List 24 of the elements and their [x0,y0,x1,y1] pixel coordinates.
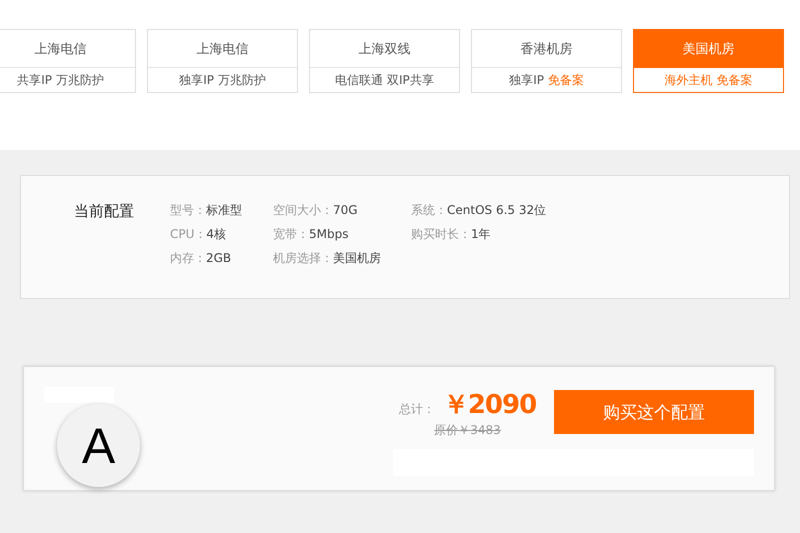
total-label: 总计： [398,401,435,418]
location-tab[interactable]: 上海电信 独享IP 万兆防护 [147,29,298,93]
location-tab[interactable]: 香港机房 独享IP 免备案 [471,29,622,93]
config-item: 宽带：5Mbps [273,226,350,242]
tab-subtitle-text: 独享IP 万兆防护 [179,72,266,88]
config-item: 购买时长：1年 [411,226,492,242]
config-item: 型号：标准型 [170,202,243,218]
avatar-badge[interactable]: A [57,404,140,487]
config-item: 机房选择：美国机房 [273,250,382,266]
config-title: 当前配置 [74,202,135,222]
original-price: 原价￥3483 [434,422,501,439]
total-price: ￥2090 [442,389,536,422]
tab-subtitle-text: 电信联通 双IP共享 [335,72,434,88]
tab-subtitle-text: 共享IP 万兆防护 [17,72,104,88]
tab-subtitle-text: 独享IP [509,72,545,88]
config-item: 空间大小：70G [273,202,359,218]
config-item: 内存：2GB [170,250,232,266]
location-tab[interactable]: 上海电信 共享IP 万兆防护 [0,29,136,93]
config-item: CPU：4核 [170,226,228,242]
tab-subtitle-text: 海外主机 免备案 [664,72,752,88]
location-tab[interactable]: 上海双线 电信联通 双IP共享 [309,29,460,93]
tab-title: 美国机房 [634,30,783,68]
config-item: 系统：CentOS 6.5 32位 [411,202,548,218]
tab-subtitle-text: 免备案 [548,72,584,88]
